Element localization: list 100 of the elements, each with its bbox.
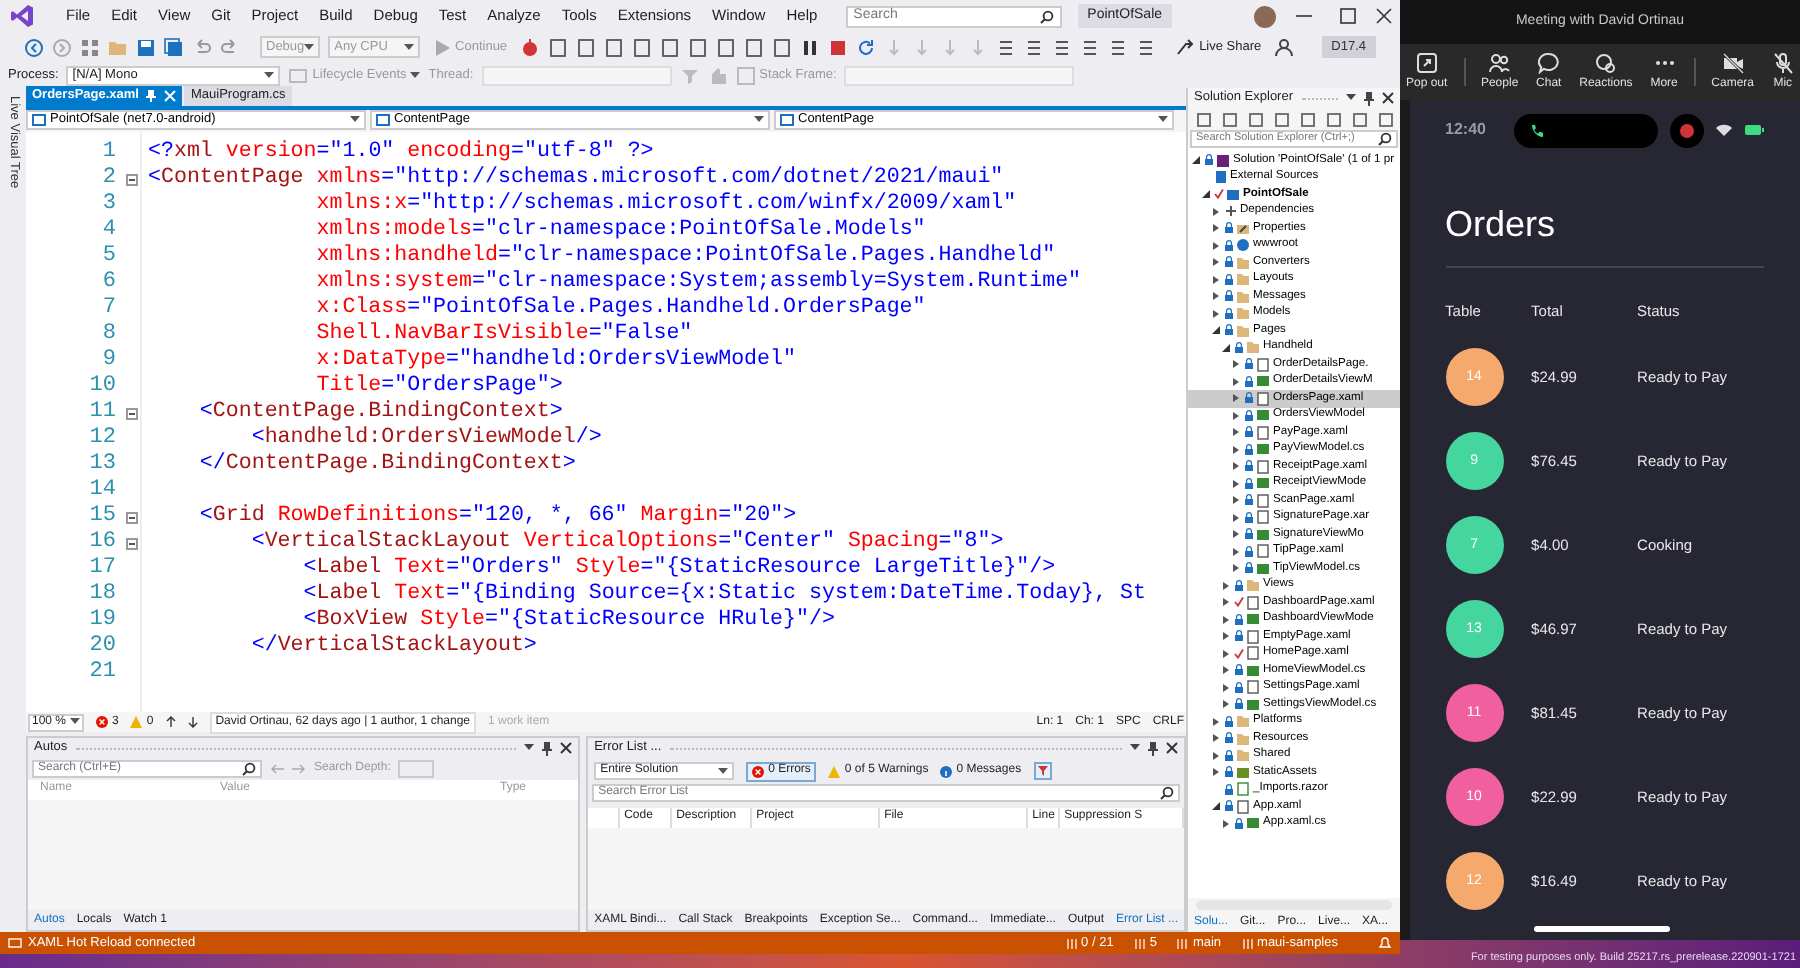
grid-icon[interactable] bbox=[80, 37, 100, 57]
stop-icon[interactable] bbox=[827, 37, 848, 57]
collapsed-arrow-icon[interactable] bbox=[1232, 394, 1240, 403]
dependencies-icon bbox=[1223, 204, 1237, 219]
expanded-arrow-icon[interactable] bbox=[1202, 190, 1210, 199]
collapsed-arrow-icon[interactable] bbox=[1212, 292, 1220, 301]
collapsed-arrow-icon[interactable] bbox=[1232, 411, 1240, 420]
collapsed-arrow-icon[interactable] bbox=[1232, 462, 1240, 471]
collapsed-arrow-icon[interactable] bbox=[1232, 564, 1240, 573]
close-icon[interactable] bbox=[560, 742, 573, 754]
share-icon[interactable] bbox=[1175, 37, 1196, 57]
filter-icon[interactable] bbox=[1033, 762, 1052, 780]
clock-time: 12:40 bbox=[1445, 118, 1486, 142]
pop-out-icon bbox=[1415, 51, 1438, 73]
expanded-arrow-icon[interactable] bbox=[1222, 343, 1230, 352]
code-line: x:Class="PointOfSale.Pages.Handheld.OrdersPage" bbox=[314, 296, 928, 322]
close-icon[interactable] bbox=[1166, 742, 1178, 754]
line-number: 6 bbox=[100, 270, 118, 296]
warning-icon bbox=[828, 765, 841, 777]
expanded-arrow-icon[interactable] bbox=[1212, 326, 1220, 335]
code-file-icon bbox=[1256, 374, 1270, 389]
line-number: 4 bbox=[100, 218, 118, 244]
collapsed-arrow-icon[interactable] bbox=[1232, 479, 1240, 488]
collapsed-arrow-icon[interactable] bbox=[1222, 819, 1230, 828]
wifi-icon bbox=[1716, 124, 1732, 136]
collapse-icon[interactable] bbox=[125, 407, 137, 419]
collapsed-arrow-icon[interactable] bbox=[1232, 530, 1240, 539]
save-icon[interactable] bbox=[136, 37, 156, 57]
collapsed-arrow-icon[interactable] bbox=[1232, 496, 1240, 505]
collapsed-arrow-icon[interactable] bbox=[1222, 666, 1230, 675]
record-icon bbox=[1670, 113, 1704, 147]
caret-icon bbox=[304, 43, 315, 51]
caret-icon bbox=[403, 43, 414, 51]
collapsed-arrow-icon[interactable] bbox=[1212, 309, 1220, 318]
collapsed-arrow-icon[interactable] bbox=[1212, 768, 1220, 777]
collapsed-arrow-icon[interactable] bbox=[1212, 275, 1220, 284]
collapsed-arrow-icon[interactable] bbox=[1212, 241, 1220, 250]
search-icon bbox=[1378, 132, 1392, 146]
collapsed-arrow-icon[interactable] bbox=[1212, 258, 1220, 267]
flame-icon[interactable] bbox=[519, 37, 540, 57]
save-all-icon[interactable] bbox=[164, 37, 184, 57]
close-icon[interactable] bbox=[1382, 92, 1394, 104]
horizontal-scrollbar[interactable] bbox=[1196, 900, 1392, 910]
line-number: 1 bbox=[100, 140, 118, 166]
avatar[interactable] bbox=[1254, 5, 1276, 27]
line-number: 15 bbox=[87, 504, 118, 530]
collapse-icon[interactable] bbox=[125, 173, 137, 185]
caret-icon[interactable] bbox=[524, 744, 535, 752]
collapse-icon[interactable] bbox=[125, 537, 137, 549]
caret-icon bbox=[1158, 116, 1168, 124]
collapsed-arrow-icon[interactable] bbox=[1232, 428, 1240, 437]
image-folder-icon bbox=[1236, 765, 1250, 780]
up-arrow-icon[interactable] bbox=[165, 716, 176, 728]
bell-icon[interactable] bbox=[1378, 936, 1392, 950]
caret-icon[interactable] bbox=[1130, 744, 1140, 752]
line-number: 20 bbox=[87, 634, 118, 660]
collapsed-arrow-icon[interactable] bbox=[1232, 445, 1240, 454]
code-line: <?xml version="1.0" encoding="utf-8" ?> bbox=[148, 140, 656, 166]
code-file-icon bbox=[1246, 816, 1260, 831]
caret-icon bbox=[754, 116, 764, 124]
down-arrow-icon[interactable] bbox=[187, 716, 198, 728]
collapsed-arrow-icon[interactable] bbox=[1232, 513, 1240, 522]
collapse-icon[interactable] bbox=[125, 511, 137, 523]
person-icon[interactable] bbox=[1273, 37, 1294, 57]
project-icon bbox=[1226, 187, 1240, 202]
thumb-icon[interactable] bbox=[707, 65, 728, 85]
app-logo-icon bbox=[10, 4, 34, 28]
collapsed-arrow-icon[interactable] bbox=[1222, 615, 1230, 624]
code-file-icon bbox=[1256, 408, 1270, 423]
expanded-arrow-icon[interactable] bbox=[1212, 802, 1220, 811]
collapsed-arrow-icon[interactable] bbox=[1222, 632, 1230, 641]
collapsed-arrow-icon[interactable] bbox=[1222, 581, 1230, 590]
line-number: 19 bbox=[87, 608, 118, 634]
collapsed-arrow-icon[interactable] bbox=[1212, 207, 1220, 216]
people-icon bbox=[1488, 51, 1511, 73]
collapsed-arrow-icon[interactable] bbox=[1232, 377, 1240, 386]
code-file-icon bbox=[1256, 561, 1270, 576]
collapsed-arrow-icon[interactable] bbox=[1232, 360, 1240, 369]
restart-icon[interactable] bbox=[855, 37, 876, 57]
expanded-arrow-icon[interactable] bbox=[1192, 156, 1200, 165]
code-line: <handheld:OrdersViewModel/> bbox=[249, 426, 604, 452]
code-editor[interactable] bbox=[26, 132, 1186, 712]
collapsed-arrow-icon[interactable] bbox=[1222, 649, 1230, 658]
pause-icon[interactable] bbox=[799, 37, 820, 57]
collapsed-arrow-icon[interactable] bbox=[1212, 734, 1220, 743]
collapsed-arrow-icon[interactable] bbox=[1212, 224, 1220, 233]
collapsed-arrow-icon[interactable] bbox=[1222, 700, 1230, 709]
collapsed-arrow-icon[interactable] bbox=[1222, 683, 1230, 692]
code-line: <BoxView Style="{StaticResource HRule}"/> bbox=[301, 608, 837, 634]
solution-icon bbox=[1216, 153, 1230, 168]
collapsed-arrow-icon[interactable] bbox=[1222, 598, 1230, 607]
caret-icon[interactable] bbox=[1346, 94, 1356, 102]
maximize-icon[interactable] bbox=[1340, 8, 1356, 24]
close-icon[interactable] bbox=[1376, 8, 1392, 24]
line-number: 12 bbox=[87, 426, 118, 452]
collapsed-arrow-icon[interactable] bbox=[1212, 717, 1220, 726]
code-line: <Grid RowDefinitions="120, *, 66" Margin="20"> bbox=[197, 504, 799, 530]
collapsed-arrow-icon[interactable] bbox=[1212, 751, 1220, 760]
collapsed-arrow-icon[interactable] bbox=[1232, 547, 1240, 556]
code-line: xmlns:system="clr-namespace:System;assembly=System.Runtime" bbox=[314, 270, 1084, 296]
